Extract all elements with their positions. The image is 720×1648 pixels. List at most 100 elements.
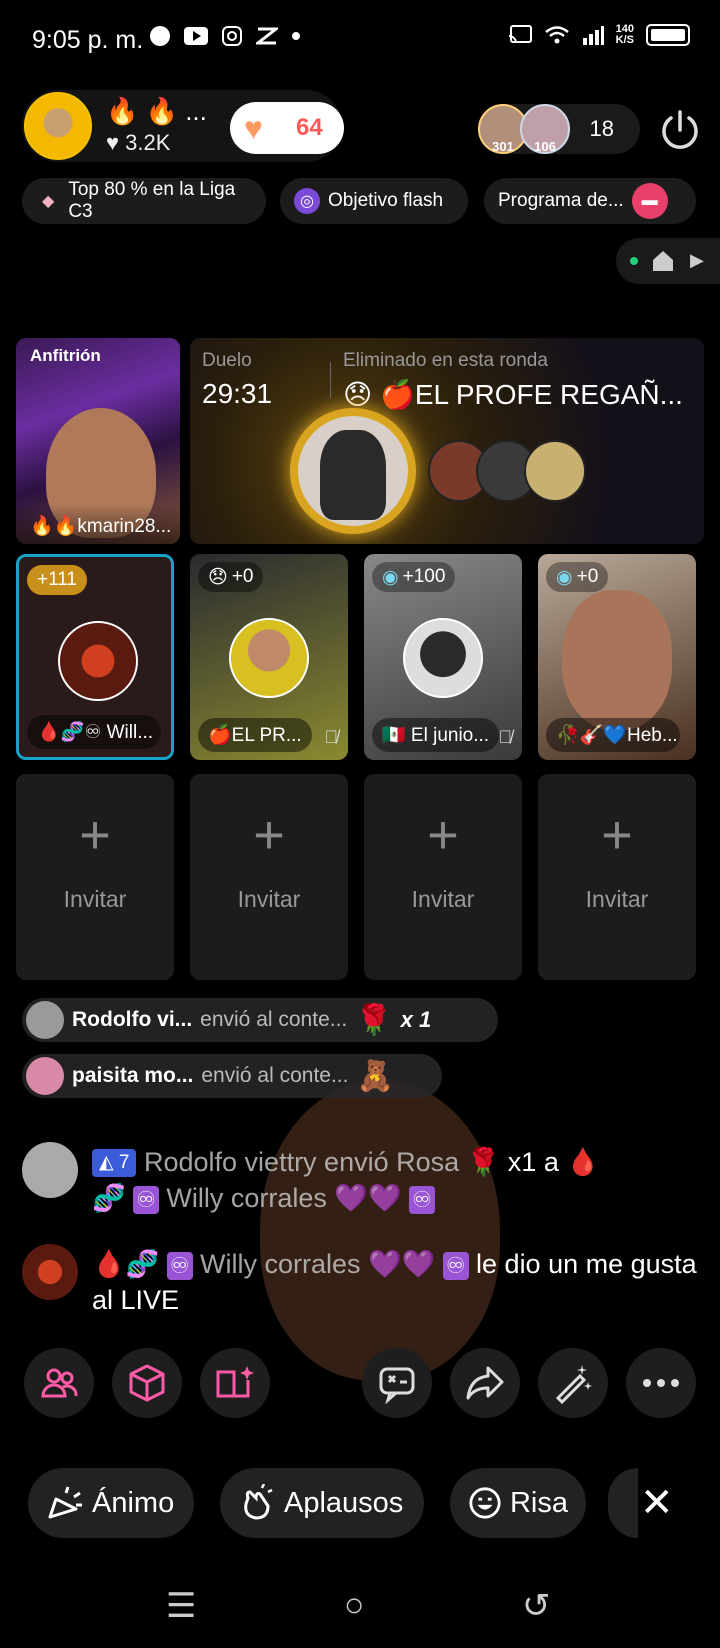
host-tile-name: 🔥🔥kmarin28...: [16, 504, 180, 544]
effects-button[interactable]: [538, 1348, 608, 1418]
close-icon[interactable]: ✕: [640, 1480, 674, 1526]
book-sparkle-icon: [216, 1366, 254, 1398]
guest-name: 🩸🧬♾ Will...: [27, 715, 161, 749]
chat-message[interactable]: ◭ 7 Rodolfo viettry envió Rosa 🌹 x1 a 🩸 …: [22, 1142, 698, 1222]
gift-sender: Rodolfo vi...: [72, 1008, 193, 1031]
magic-wand-icon: [555, 1365, 592, 1404]
guest-tile[interactable]: ◉ +100 🇲🇽 El junio... 🎙̸: [364, 554, 522, 760]
share-button[interactable]: [450, 1348, 520, 1418]
chat-text: 🩸🧬 ♾ Willy corrales 💜💜 ♾ le dio un me gu…: [92, 1246, 698, 1318]
chat-user[interactable]: Willy corrales 💜💜: [166, 1183, 401, 1213]
guests-button[interactable]: [24, 1348, 94, 1418]
gift-count: x 1: [400, 1007, 432, 1032]
system-nav-bar: ☰ ○ ↺: [0, 1566, 720, 1648]
status-bar: 9:05 p. m. 140 K/S: [0, 0, 720, 80]
teddy-bear-icon: 🧸: [356, 1059, 394, 1093]
duel-panel[interactable]: Duelo 29:31 Eliminado en esta ronda 😞 🍎E…: [190, 338, 704, 544]
invite-slot[interactable]: + Invitar: [190, 774, 348, 980]
guest-avatar[interactable]: [58, 621, 138, 701]
instagram-icon: [222, 26, 242, 46]
chat-message[interactable]: 🩸🧬 ♾ Willy corrales 💜💜 ♾ le dio un me gu…: [22, 1244, 698, 1324]
capcut-icon: [256, 27, 278, 45]
menu-icon[interactable]: ☰: [166, 1586, 196, 1626]
host-video-tile[interactable]: Anfitrión 🔥🔥kmarin28...: [16, 338, 180, 544]
home-circle-icon[interactable]: ○: [344, 1586, 365, 1625]
guest-score: ◉ +0: [546, 562, 609, 592]
reaction-cheer[interactable]: Ánimo: [28, 1468, 194, 1538]
network-speed: 140 K/S: [615, 23, 634, 46]
duel-divider: [330, 362, 331, 398]
plus-icon: +: [253, 805, 285, 865]
expand-icon[interactable]: ▶: [690, 250, 704, 271]
reaction-label: Aplausos: [284, 1486, 404, 1519]
duel-leader-avatar[interactable]: [290, 408, 416, 534]
status-time: 9:05 p. m.: [32, 26, 144, 54]
chat-user[interactable]: Rodolfo viettry envió Rosa: [144, 1147, 459, 1177]
status-system-icons: 140 K/S: [508, 24, 690, 46]
host-name: 🔥 🔥 ...: [106, 96, 207, 126]
gift-box-button[interactable]: [112, 1348, 182, 1418]
mini-tray[interactable]: ▶: [616, 238, 720, 284]
viewer-count: 18: [589, 116, 614, 141]
wifi-icon: [544, 26, 569, 44]
comment-off-button[interactable]: [362, 1348, 432, 1418]
back-icon[interactable]: ↺: [522, 1586, 551, 1626]
invite-slot[interactable]: + Invitar: [364, 774, 522, 980]
reaction-more[interactable]: [608, 1468, 638, 1538]
cheer-icon: [48, 1486, 82, 1519]
guest-avatar[interactable]: [403, 618, 483, 698]
home-icon[interactable]: [650, 248, 676, 274]
infinity-icon: ♾: [409, 1186, 435, 1214]
reaction-laugh[interactable]: Risa: [450, 1468, 586, 1538]
like-count: 64: [296, 114, 323, 141]
mic-off-icon: 🎙̸: [498, 727, 513, 747]
guest-score: +111: [27, 565, 87, 595]
more-button[interactable]: [626, 1348, 696, 1418]
chat-user[interactable]: Willy corrales 💜💜: [200, 1249, 435, 1279]
league-chip[interactable]: ◆ Top 80 % en la Liga C3: [22, 178, 266, 224]
gift-sender: paisita mo...: [72, 1064, 194, 1087]
league-label: Top 80 % en la Liga C3: [68, 179, 236, 222]
eliminated-avatar[interactable]: [524, 440, 586, 502]
guest-tile[interactable]: 😞 +0 🍎EL PR... 🎙̸: [190, 554, 348, 760]
guest-score: ◉ +100: [372, 562, 456, 592]
guest-score: 😞 +0: [198, 562, 264, 592]
gift-notification[interactable]: paisita mo... envió al conte... 🧸: [22, 1054, 442, 1098]
laugh-icon: [469, 1487, 501, 1519]
avatar: [26, 1001, 64, 1039]
program-icon: ▬: [631, 183, 668, 219]
cast-icon: [508, 25, 532, 44]
reaction-label: Ánimo: [92, 1486, 175, 1519]
reaction-label: Risa: [509, 1486, 568, 1519]
flash-goal-chip[interactable]: ◎ Objetivo flash: [280, 178, 468, 224]
chat-text: ◭ 7 Rodolfo viettry envió Rosa 🌹 x1 a 🩸 …: [92, 1144, 698, 1216]
invite-slot[interactable]: + Invitar: [16, 774, 174, 980]
notification-icon: [150, 26, 170, 46]
avatar[interactable]: [22, 1244, 78, 1300]
reaction-clap[interactable]: Aplausos: [220, 1468, 424, 1538]
invite-label: Invitar: [237, 886, 301, 912]
guest-avatar[interactable]: [229, 618, 309, 698]
invite-label: Invitar: [411, 886, 475, 912]
battery-icon: [646, 24, 690, 46]
chat-rest: x1 a 🩸: [507, 1147, 600, 1177]
guest-tile[interactable]: +111 🩸🧬♾ Will...: [16, 554, 174, 760]
flash-goal-label: Objetivo flash: [328, 190, 444, 211]
book-button[interactable]: [200, 1348, 270, 1418]
avatar[interactable]: [22, 1142, 78, 1198]
viewer-list[interactable]: 301 106 18: [478, 104, 640, 154]
like-button[interactable]: ♥ 64: [230, 102, 344, 154]
more-icon: [643, 1379, 679, 1387]
host-avatar[interactable]: [24, 92, 92, 160]
power-icon[interactable]: [658, 108, 702, 152]
guest-tile[interactable]: ◉ +0 🥀🎸💙Heb...: [538, 554, 696, 760]
program-chip[interactable]: Programa de... ▬: [484, 178, 696, 224]
viewer-avatar[interactable]: 106: [520, 104, 570, 154]
gift-notification[interactable]: Rodolfo vi... envió al conte... 🌹 x 1: [22, 998, 498, 1042]
share-icon: [466, 1366, 504, 1400]
gift-text: envió al conte...: [200, 1008, 348, 1031]
infinity-icon: ♾: [442, 1252, 469, 1280]
invite-slot[interactable]: + Invitar: [538, 774, 696, 980]
chat-prefix-icons: 🩸🧬: [92, 1249, 160, 1279]
shield-icon: ◉: [556, 566, 573, 588]
